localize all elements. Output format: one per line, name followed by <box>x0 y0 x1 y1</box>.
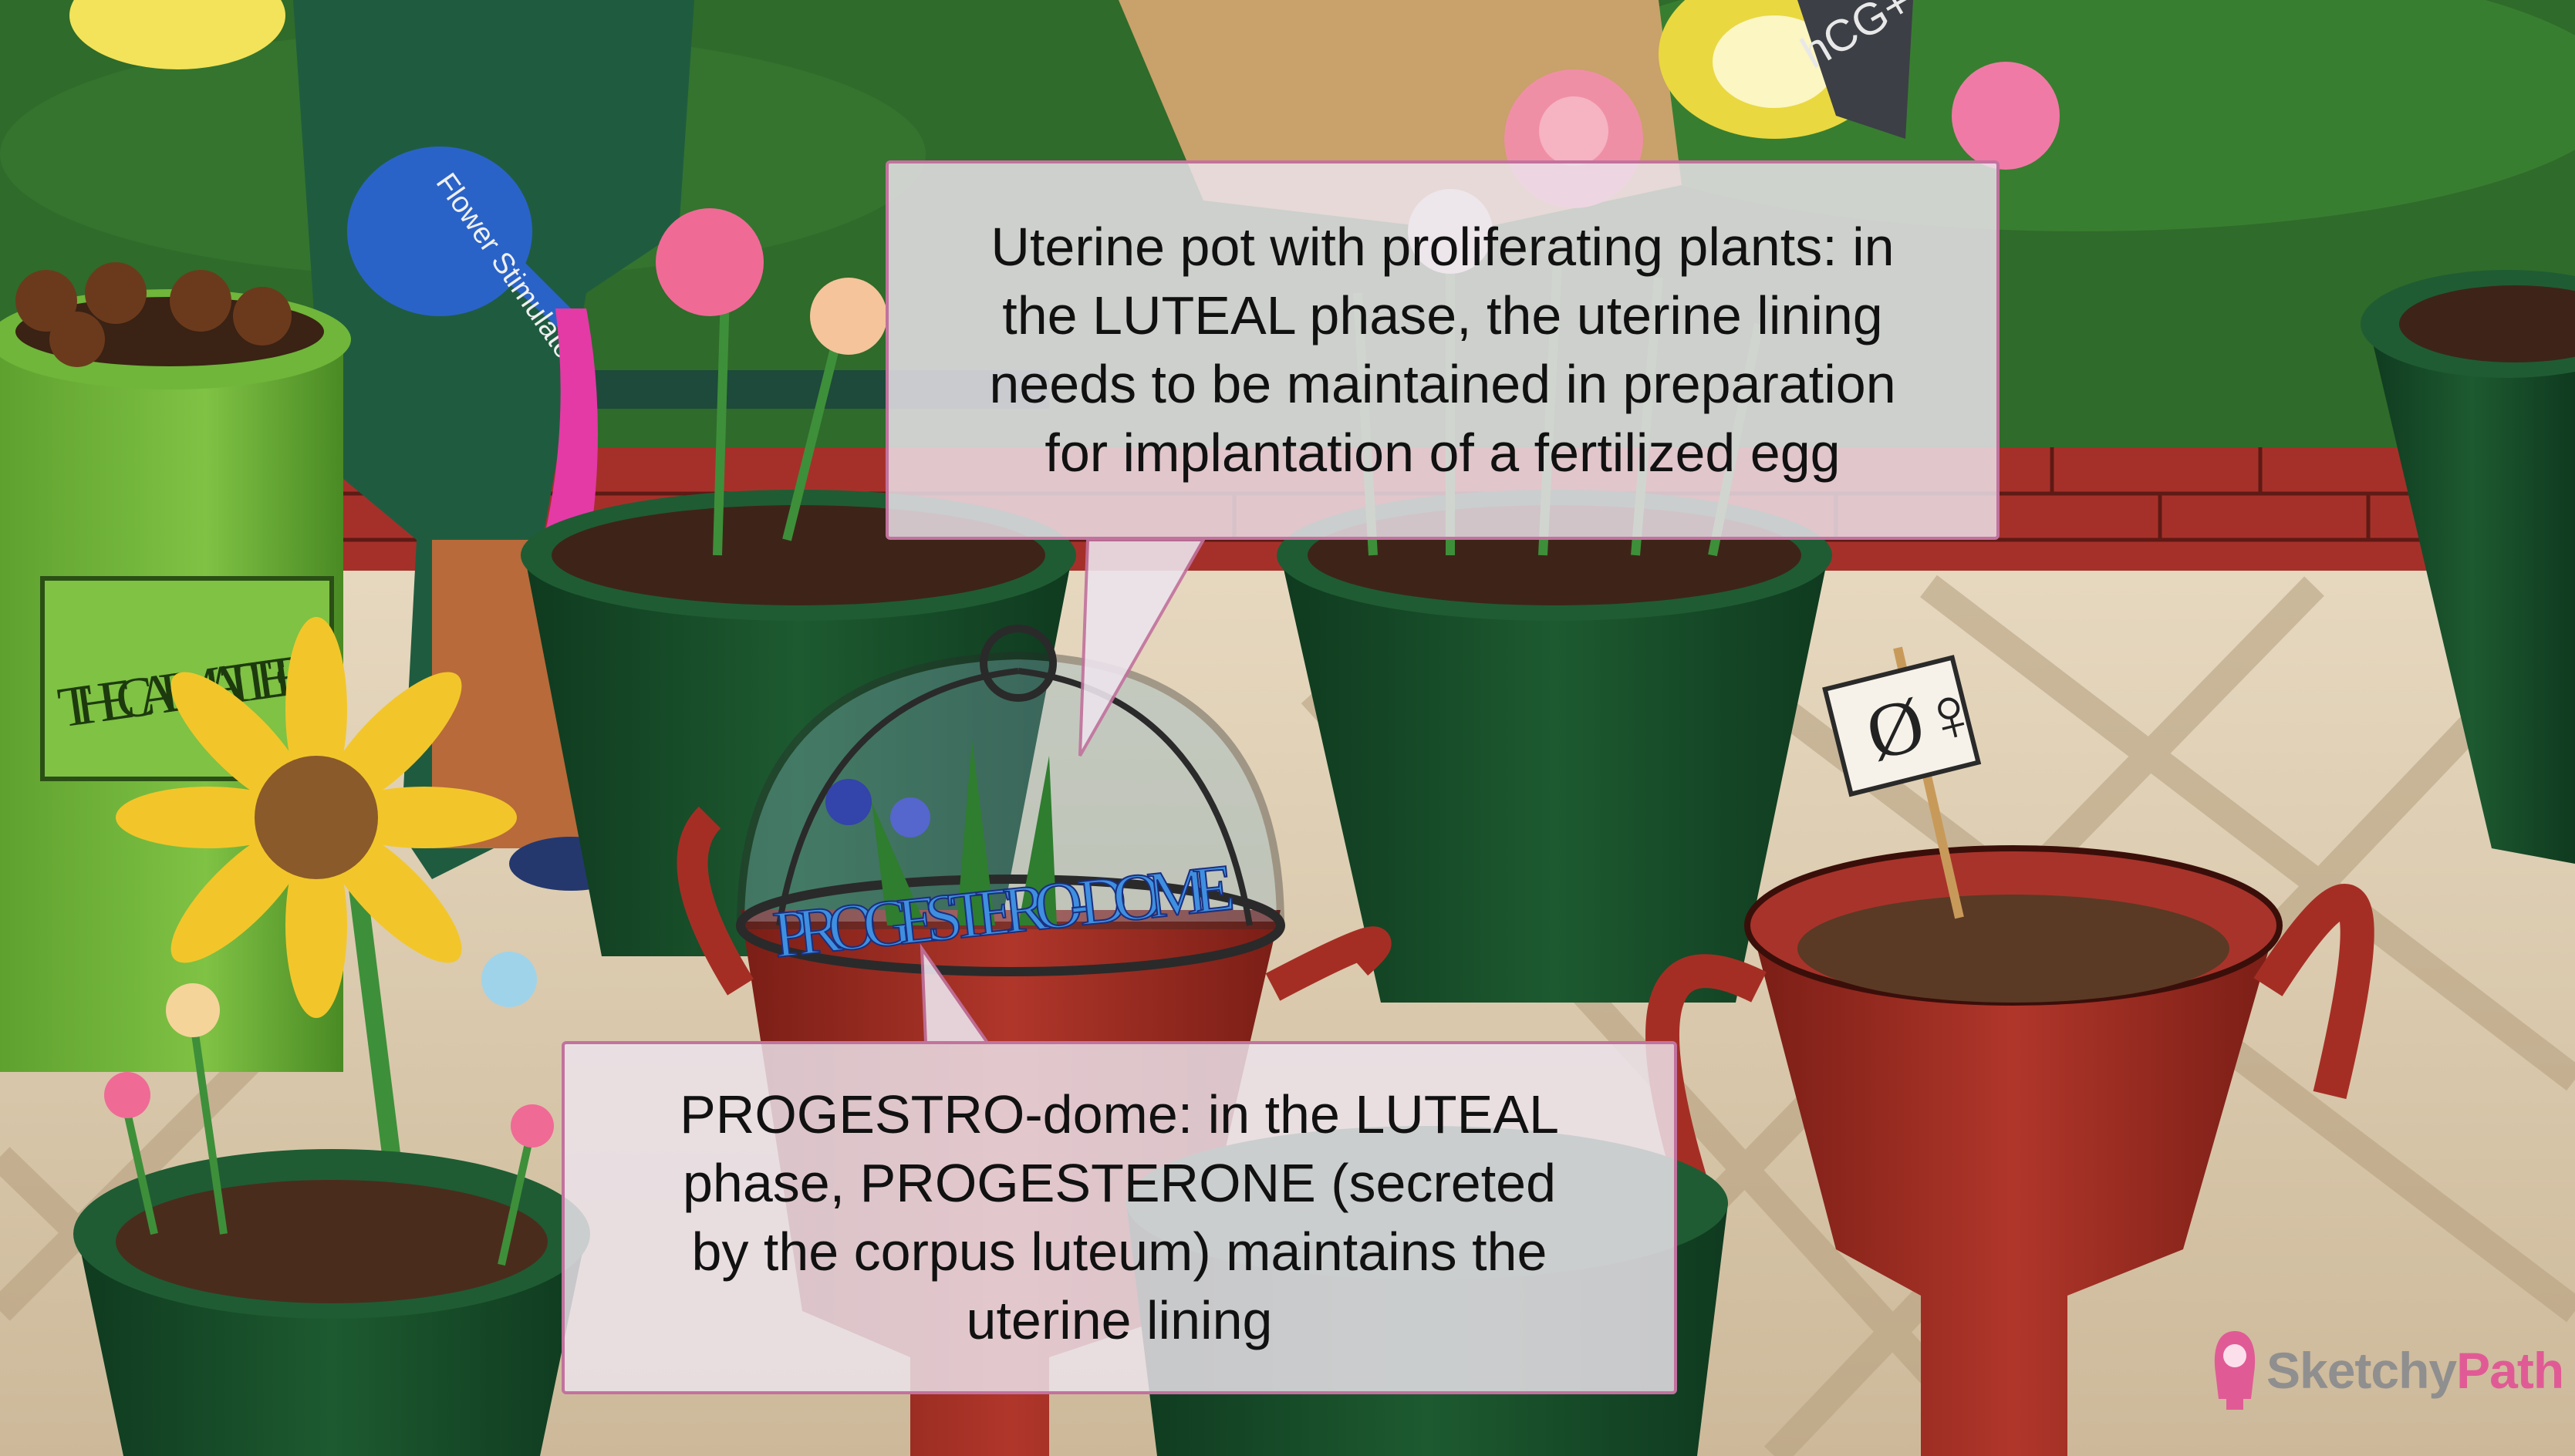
brand-name-part2: Path <box>2456 1342 2564 1399</box>
callout-progestro-dome-text: PROGESTRO-dome: in the LUTEAL phase, PRO… <box>680 1084 1559 1350</box>
callout-progestro-dome: PROGESTRO-dome: in the LUTEAL phase, PRO… <box>562 1041 1677 1394</box>
brand-logo-icon <box>2214 1331 2256 1410</box>
brand-name-part1: Sketchy <box>2266 1342 2457 1399</box>
callout-uterine-pot: Uterine pot with proliferating plants: i… <box>886 160 2000 540</box>
callout-uterine-pot-text: Uterine pot with proliferating plants: i… <box>989 217 1896 483</box>
sketchypath-logo: Sketchy Path <box>2208 1328 2564 1413</box>
